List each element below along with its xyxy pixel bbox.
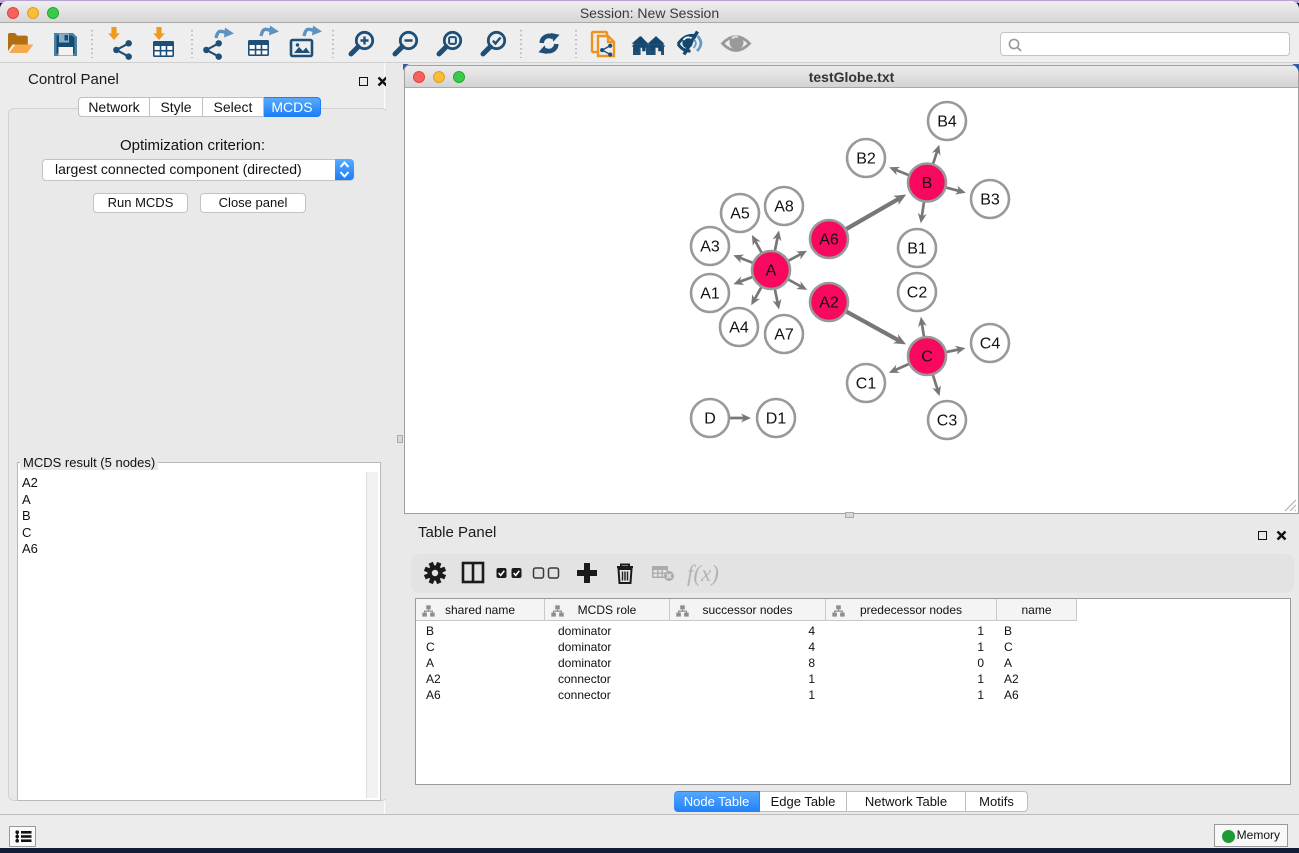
svg-text:A2: A2 <box>819 295 839 312</box>
svg-text:B1: B1 <box>907 241 927 258</box>
svg-text:A: A <box>766 263 777 280</box>
svg-text:A8: A8 <box>774 199 794 216</box>
svg-text:D1: D1 <box>766 411 787 428</box>
svg-text:B3: B3 <box>980 192 1000 209</box>
svg-text:D: D <box>704 411 716 428</box>
svg-text:C: C <box>921 349 933 366</box>
svg-text:A6: A6 <box>819 232 839 249</box>
svg-text:A1: A1 <box>700 286 720 303</box>
svg-text:C1: C1 <box>856 376 877 393</box>
svg-text:A3: A3 <box>700 239 720 256</box>
svg-text:C2: C2 <box>907 285 928 302</box>
svg-text:B: B <box>922 175 933 192</box>
svg-text:B4: B4 <box>937 114 957 131</box>
svg-text:A7: A7 <box>774 327 794 344</box>
svg-text:C3: C3 <box>937 413 958 430</box>
svg-text:C4: C4 <box>980 336 1001 353</box>
svg-text:A5: A5 <box>730 206 750 223</box>
svg-text:f(x): f(x) <box>687 561 719 586</box>
svg-text:B2: B2 <box>856 151 876 168</box>
svg-text:A4: A4 <box>729 320 749 337</box>
